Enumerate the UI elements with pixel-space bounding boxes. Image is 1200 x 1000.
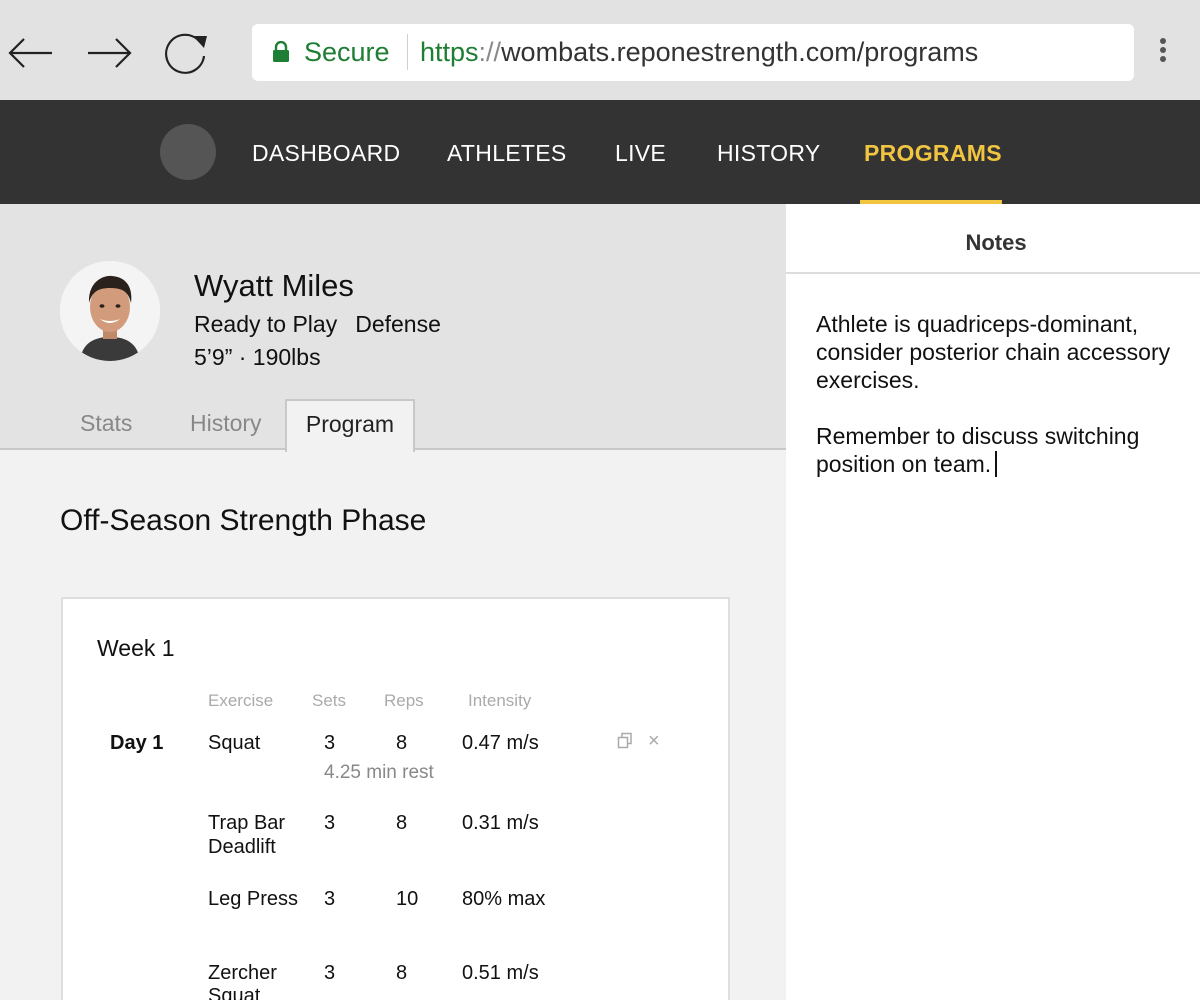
athlete-status-line: Ready to Play Defense [194,311,441,338]
dot [1160,56,1166,62]
text-cursor [995,451,998,477]
lock-icon [273,41,289,62]
athlete-position: Defense [355,311,441,337]
nav-history[interactable]: HISTORY [717,140,821,167]
reload-icon [165,33,207,74]
nav-live[interactable]: LIVE [615,140,666,167]
column-header-exercise: Exercise [208,691,274,710]
intensity-value[interactable]: 0.31 m/s [462,812,539,835]
reload-button[interactable] [160,26,210,76]
notes-title: Notes [965,230,1027,255]
reps-value[interactable]: 10 [396,888,418,911]
column-header-intensity: Intensity [468,691,532,710]
notes-panel: Notes Athlete is quadriceps-dominant, co… [786,204,1200,1000]
sets-value[interactable]: 3 [324,888,335,911]
athlete-name: Wyatt Miles [194,268,354,303]
tab-stats[interactable]: Stats [80,410,132,437]
nav-programs[interactable]: PROGRAMS [864,140,1002,167]
program-title: Off-Season Strength Phase [60,504,427,537]
browser-menu-button[interactable] [1152,38,1174,68]
athlete-size: 5’9” · 190lbs [194,344,321,370]
notes-editor[interactable]: Athlete is quadriceps-dominant, consider… [816,310,1186,506]
tab-program[interactable]: Program [285,399,415,452]
copy-icon[interactable] [617,732,633,755]
url-text[interactable]: https://wombats.reponestrength.com/progr… [420,37,978,68]
user-avatar[interactable] [160,124,216,180]
forward-button[interactable] [84,26,134,76]
exercise-name[interactable]: Trap Bar [208,812,285,835]
day-label: Day 1 [110,732,164,754]
week-card: Week 1 Exercise Sets Reps Intensity Day … [61,597,730,1000]
nav-athletes[interactable]: ATHLETES [447,140,567,167]
main-navigation: DASHBOARD ATHLETES LIVE HISTORY PROGRAMS [0,100,1200,204]
url-separator [407,34,408,70]
browser-toolbar: Secure https://wombats.reponestrength.co… [0,0,1200,100]
secure-label: Secure [304,37,390,67]
intensity-value[interactable]: 0.47 m/s [462,732,539,755]
column-header-sets: Sets [312,691,347,710]
intensity-value[interactable]: 0.51 m/s [462,962,539,985]
copy-icon-graphic [617,732,632,749]
athlete-header: Wyatt Miles Ready to Play Defense 5’9” · … [0,204,786,452]
reps-value[interactable]: 8 [396,962,407,985]
notes-paragraph-last: Remember to discuss switching position o… [816,422,1186,478]
dot [1160,47,1166,53]
nav-dashboard[interactable]: DASHBOARD [252,140,400,167]
address-bar[interactable]: Secure https://wombats.reponestrength.co… [252,24,1134,81]
athlete-status: Ready to Play [194,311,338,337]
week-title: Week 1 [97,635,175,661]
sets-value[interactable]: 3 [324,732,335,755]
athlete-photo [60,261,160,361]
arrow-left-icon [8,38,52,68]
sets-value[interactable]: 3 [324,962,335,985]
url-slashes: :// [478,37,502,67]
rest-value[interactable]: 4.25 min rest [324,762,434,784]
vertical-dots-icon [1160,38,1166,44]
notes-paragraph-text: Remember to discuss switching position o… [816,423,1140,477]
notes-header: Notes [786,204,1200,274]
exercise-name[interactable]: Zercher [208,962,277,985]
exercise-name[interactable]: Leg Press [208,888,298,911]
reps-value[interactable]: 8 [396,732,407,755]
column-header-reps: Reps [384,691,424,710]
sets-value[interactable]: 3 [324,812,335,835]
arrow-right-icon [88,38,132,68]
exercise-name-cont[interactable]: Deadlift [208,836,276,859]
back-button[interactable] [6,26,56,76]
url-scheme: https [420,37,479,67]
close-icon[interactable]: × [648,730,660,753]
tab-history[interactable]: History [190,410,262,437]
exercise-name-cont[interactable]: Squat [208,985,260,1000]
reps-value[interactable]: 8 [396,812,407,835]
notes-paragraph: Athlete is quadriceps-dominant, consider… [816,311,1171,393]
intensity-value[interactable]: 80% max [462,888,545,911]
athlete-avatar [60,261,160,361]
url-host-path: wombats.reponestrength.com/programs [501,37,979,67]
exercise-name[interactable]: Squat [208,732,260,755]
